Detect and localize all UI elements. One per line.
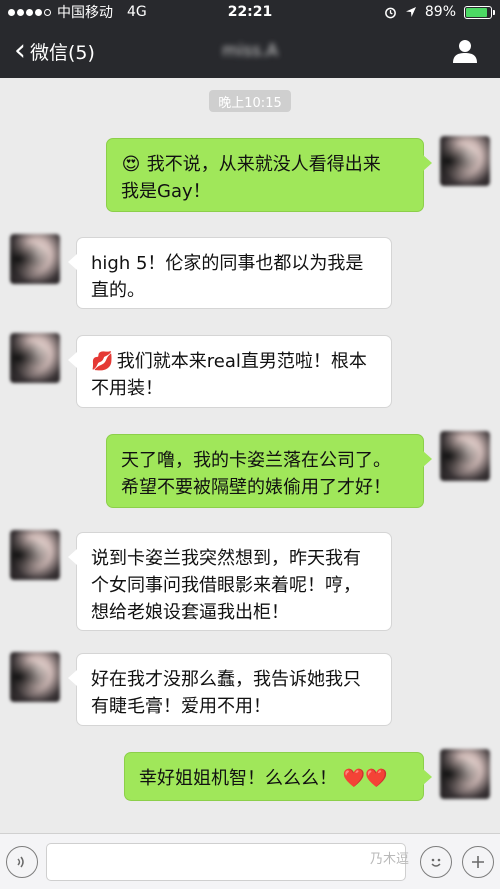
message-bubble-incoming[interactable]: 说到卡姿兰我突然想到，昨天我有 个女同事问我借眼影来着呢！哼， 想给老娘设套逼我… xyxy=(68,532,392,631)
avatar[interactable] xyxy=(440,136,490,186)
smiley-icon[interactable] xyxy=(420,845,452,878)
message-bubble-incoming[interactable]: 好在我才没那么蠢，我告诉她我只 有睫毛膏！爱用不用！ xyxy=(68,653,392,726)
location-arrow-icon xyxy=(405,7,416,17)
battery-icon xyxy=(464,5,495,19)
voice-icon[interactable] xyxy=(6,845,38,878)
message-text: 希望不要被隔壁的婊偷用了才好！ xyxy=(121,477,391,498)
avatar[interactable] xyxy=(10,234,60,284)
message-text: 天了噜，我的卡姿兰落在公司了。 xyxy=(121,450,391,471)
avatar[interactable] xyxy=(10,333,60,383)
kiss-lips-emoji: 💋 xyxy=(91,351,114,372)
status-bar: 中国移动 4G 22:21 89% xyxy=(0,0,500,24)
avatar[interactable] xyxy=(440,431,490,481)
timestamp-badge: 晚上10:15 xyxy=(209,90,291,112)
message-text: 我是Gay！ xyxy=(121,181,211,202)
avatar[interactable] xyxy=(10,652,60,702)
network-type: 4G xyxy=(127,4,147,20)
carrier-name: 中国移动 xyxy=(57,5,113,21)
heart-eyes-emoji: 😍 xyxy=(121,154,141,175)
alarm-icon xyxy=(384,7,396,18)
message-text: 想给老娘设套逼我出柜！ xyxy=(91,602,289,623)
message-text: high 5！伦家的同事也都以为我是 xyxy=(91,253,364,274)
message-bubble-outgoing[interactable]: 😍 我不说，从来就没人看得出来 我是Gay！ xyxy=(106,138,432,212)
message-bubble-incoming[interactable]: 💋 我们就本来real直男范啦！根本 不用装！ xyxy=(68,335,392,408)
message-text: 有睫毛膏！爱用不用！ xyxy=(91,696,271,717)
back-button[interactable]: ‹ 微信(5) xyxy=(0,36,95,66)
plus-icon[interactable] xyxy=(462,845,494,878)
message-text: 幸好姐姐机智！么么么！ xyxy=(139,768,337,789)
watermark-text: 乃木逗 xyxy=(370,852,410,867)
message-bubble-incoming[interactable]: high 5！伦家的同事也都以为我是 直的。 xyxy=(68,237,392,309)
message-text: 不用装！ xyxy=(91,378,163,399)
message-text: 我们就本来real直男范啦！根本 xyxy=(116,351,367,372)
person-icon[interactable] xyxy=(452,38,478,64)
avatar[interactable] xyxy=(10,530,60,580)
message-text: 直的。 xyxy=(91,280,145,301)
message-bubble-outgoing[interactable]: 幸好姐姐机智！么么么！ ❤️❤️ xyxy=(124,752,432,801)
red-hearts-emoji: ❤️❤️ xyxy=(342,768,388,789)
message-text: 好在我才没那么蠢，我告诉她我只 xyxy=(91,669,361,690)
chevron-left-icon: ‹ xyxy=(14,33,26,68)
signal-strength-icon xyxy=(8,8,51,16)
input-bar xyxy=(0,833,500,889)
message-text: 个女同事问我借眼影来着呢！哼， xyxy=(91,575,361,596)
message-bubble-outgoing[interactable]: 天了噜，我的卡姿兰落在公司了。 希望不要被隔壁的婊偷用了才好！ xyxy=(106,434,432,508)
message-input[interactable] xyxy=(46,842,406,881)
message-text: 我不说，从来就没人看得出来 xyxy=(146,154,381,175)
battery-percent: 89% xyxy=(424,4,456,20)
navigation-bar: ‹ 微信(5) miss.A xyxy=(0,24,500,78)
chat-area[interactable]: 晚上10:15 😍 我不说，从来就没人看得出来 我是Gay！ high 5！伦家… xyxy=(0,78,500,833)
back-label: 微信(5) xyxy=(30,41,95,64)
avatar[interactable] xyxy=(440,749,490,799)
message-text: 说到卡姿兰我突然想到，昨天我有 xyxy=(91,548,361,569)
